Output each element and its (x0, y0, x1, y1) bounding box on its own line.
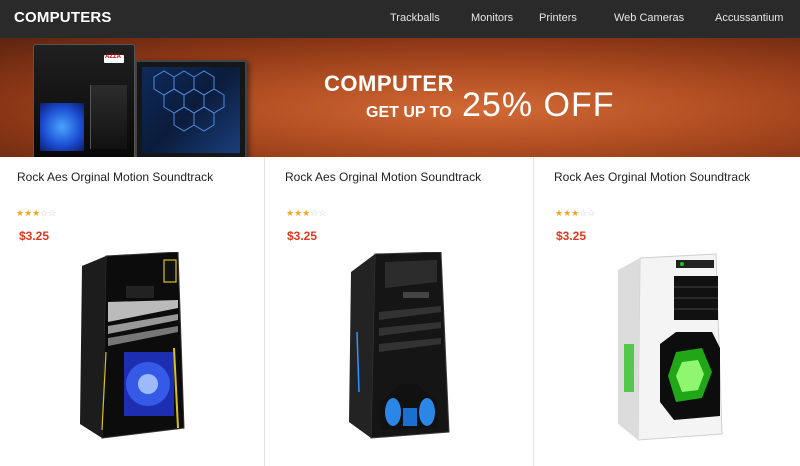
star-icon: ☆ (318, 208, 327, 218)
top-navigation-bar: COMPUTERS Trackballs Monitors Printers W… (0, 0, 800, 38)
star-icon: ★ (555, 208, 564, 218)
banner-subheadline: GET UP TO (366, 104, 452, 121)
product-card[interactable]: Rock Aes Orginal Motion Soundtrack ★★★☆☆… (265, 157, 534, 466)
nav-item-trackballs[interactable]: Trackballs (390, 12, 440, 24)
product-price: $3.25 (287, 229, 318, 243)
product-title[interactable]: Rock Aes Orginal Motion Soundtrack (17, 170, 217, 184)
nav-item-web-cameras[interactable]: Web Cameras (614, 12, 684, 24)
star-icon: ☆ (587, 208, 596, 218)
product-image[interactable] (345, 251, 453, 442)
banner-discount: 25% OFF (462, 86, 615, 124)
star-icon: ★ (286, 208, 295, 218)
product-grid: Rock Aes Orginal Motion Soundtrack ★★★☆☆… (0, 157, 800, 466)
brand-title[interactable]: COMPUTERS (14, 9, 112, 26)
rating-stars: ★★★☆☆ (555, 208, 595, 219)
banner-logo-text: AZZA (105, 54, 121, 60)
nav-item-monitors[interactable]: Monitors (471, 12, 513, 24)
star-icon: ★ (24, 208, 33, 218)
product-price: $3.25 (19, 229, 50, 243)
nav-item-accussantium[interactable]: Accussantium (715, 12, 783, 24)
product-price: $3.25 (556, 229, 587, 243)
promo-banner[interactable]: AZZA COMPUTER GET UP TO 25% OFF (0, 38, 800, 157)
star-icon: ★ (563, 208, 572, 218)
product-title[interactable]: Rock Aes Orginal Motion Soundtrack (285, 170, 485, 184)
star-icon: ★ (16, 208, 25, 218)
rating-stars: ★★★☆☆ (286, 208, 326, 219)
product-card[interactable]: Rock Aes Orginal Motion Soundtrack ★★★☆☆… (534, 157, 800, 466)
product-image[interactable] (78, 251, 186, 442)
rating-stars: ★★★☆☆ (16, 208, 56, 219)
banner-monitor-image (135, 60, 247, 157)
product-title[interactable]: Rock Aes Orginal Motion Soundtrack (554, 170, 754, 184)
banner-headline: COMPUTER (324, 71, 454, 96)
nav-item-printers[interactable]: Printers (539, 12, 577, 24)
product-image[interactable] (616, 252, 724, 442)
product-card[interactable]: Rock Aes Orginal Motion Soundtrack ★★★☆☆… (0, 157, 265, 466)
star-icon: ★ (294, 208, 303, 218)
banner-tower-image: AZZA (33, 44, 135, 157)
star-icon: ☆ (48, 208, 57, 218)
